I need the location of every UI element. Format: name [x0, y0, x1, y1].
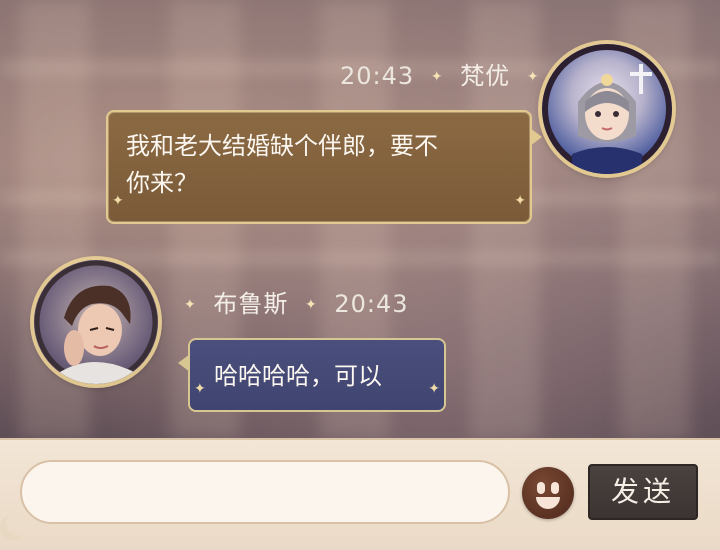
- sender-name-2: 布鲁斯: [213, 290, 289, 318]
- message-time-2: 20:43: [334, 290, 409, 318]
- bubble-corner-ornament-icon: ✦: [428, 381, 440, 397]
- message-meta-2: ✦ 布鲁斯 ✦ 20:43: [176, 284, 409, 319]
- star-separator-icon: ✦: [184, 297, 197, 313]
- message-time-1: 20:43: [340, 62, 415, 90]
- emoji-face-icon[interactable]: [522, 467, 574, 519]
- star-separator-icon: ✦: [526, 69, 540, 85]
- message-input[interactable]: [20, 460, 510, 524]
- message-text-1-line2: 你来？: [126, 169, 198, 197]
- message-bubble-2[interactable]: 哈哈哈哈，可以 ✦ ✦: [178, 338, 446, 412]
- message-meta-1: 20:43 ✦ 梵优 ✦: [340, 56, 548, 91]
- message-text-2: 哈哈哈哈，可以: [214, 362, 382, 390]
- message-text-1-line1: 我和老大结婚缺个伴郎，要不: [126, 132, 438, 160]
- star-separator-icon: ✦: [430, 69, 444, 85]
- chat-input-bar: 发送: [0, 438, 720, 550]
- girl-avatar-icon[interactable]: [542, 44, 672, 174]
- bubble-corner-ornament-icon: ✦: [194, 381, 206, 397]
- bubble-corner-ornament-icon: ✦: [514, 193, 526, 209]
- message-bubble-1[interactable]: 我和老大结婚缺个伴郎，要不 你来？ ✦ ✦: [106, 110, 542, 224]
- star-separator-icon: ✦: [305, 297, 318, 313]
- bubble-corner-ornament-icon: ✦: [112, 193, 124, 209]
- boy-avatar-icon[interactable]: [34, 260, 158, 384]
- send-button[interactable]: 发送: [588, 464, 698, 520]
- sender-name-1: 梵优: [460, 62, 511, 90]
